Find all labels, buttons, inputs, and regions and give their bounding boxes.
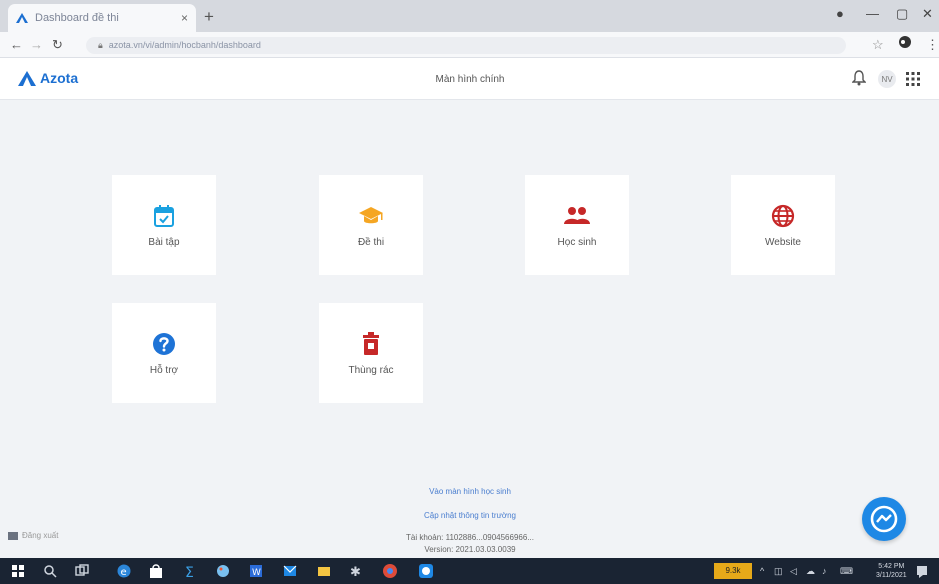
app-header: Azota Màn hình chính NV — [0, 58, 939, 100]
maximize-icon[interactable]: ▢ — [896, 6, 908, 22]
logout-label: Đăng xuất — [22, 531, 59, 540]
bell-icon[interactable] — [852, 70, 866, 86]
extension-icon[interactable] — [898, 35, 912, 52]
card-label: Thùng rác — [348, 364, 394, 376]
new-tab-button[interactable]: + — [204, 7, 214, 27]
graduation-cap-icon — [358, 203, 384, 229]
notification-center-icon[interactable] — [914, 563, 930, 579]
svg-text:Σ: Σ — [185, 565, 194, 579]
tray-volume-icon[interactable]: ◁ — [790, 566, 797, 577]
address-bar: ← → ↻ 🔒︎ azota.vn/vi/admin/hocbanh/dashbo… — [0, 32, 939, 58]
azota-logo-icon — [18, 70, 36, 86]
logout-button[interactable]: Đăng xuất — [8, 531, 58, 540]
card-hoc-sinh[interactable]: Học sinh — [525, 175, 629, 275]
student-screen-link[interactable]: Vào màn hình học sinh — [330, 487, 610, 496]
card-label: Bài tập — [148, 236, 180, 248]
mail-app-icon[interactable] — [282, 563, 298, 579]
azota-favicon-icon — [16, 13, 28, 23]
url-text: azota.vn/vi/admin/hocbanh/dashboard — [108, 40, 261, 50]
task-view-icon[interactable] — [74, 563, 90, 579]
card-label: Đề thi — [357, 236, 385, 248]
account-info: Tài khoản: 1102886...0904566966... — [406, 533, 534, 542]
windows-start-icon[interactable] — [10, 563, 26, 579]
version-info: Version: 2021.03.03.0039 — [424, 545, 516, 554]
apps-grid-icon[interactable] — [906, 72, 920, 86]
page-title: Màn hình chính — [435, 74, 505, 85]
browser-menu-icon[interactable]: ⋮ — [926, 37, 939, 53]
tray-cloud-icon[interactable]: ☁ — [806, 566, 815, 577]
trash-icon — [358, 331, 384, 357]
edge-icon[interactable]: e — [116, 563, 132, 579]
back-icon[interactable]: ← — [10, 37, 23, 52]
search-icon[interactable] — [42, 563, 58, 579]
profile-dot-icon[interactable]: ● — [836, 6, 844, 21]
tray-badge-text: 9.3k — [725, 566, 741, 575]
card-label: Hỗ trợ — [149, 364, 179, 376]
card-thung-rac[interactable]: Thùng rác — [319, 303, 423, 403]
lock-icon: 🔒︎ — [98, 40, 103, 50]
messenger-icon — [870, 505, 898, 533]
users-icon — [564, 203, 590, 229]
card-label: Học sinh — [557, 236, 597, 248]
word-app-icon[interactable]: W — [248, 563, 264, 579]
star-icon[interactable]: ☆ — [872, 37, 884, 53]
close-tab-icon[interactable]: × — [181, 11, 188, 25]
svg-text:e: e — [121, 567, 127, 578]
tray-pen-icon[interactable]: ♪ — [822, 566, 827, 576]
paint-app-icon[interactable] — [215, 563, 231, 579]
file-explorer-icon[interactable] — [316, 563, 332, 579]
browser-tab-strip: Dashboard đề thi × + ● — ▢ ✕ — [0, 0, 939, 32]
avatar[interactable]: NV — [878, 70, 896, 88]
settings-app-icon[interactable]: ✱ — [348, 563, 364, 579]
chrome-icon[interactable] — [382, 563, 398, 579]
clock-date: 3/11/2021 — [876, 572, 907, 579]
svg-text:W: W — [252, 568, 261, 578]
os-taskbar: e Σ W ✱ 9.3k ^ ◫ ◁ ☁ ♪ ⌨ 5:42 PM 3/11/20… — [0, 558, 939, 584]
logout-icon — [8, 531, 18, 540]
browser-tab[interactable]: Dashboard đề thi × — [8, 4, 196, 32]
card-label: Website — [765, 236, 801, 248]
messenger-chat-button[interactable] — [862, 497, 906, 541]
tray-network-icon[interactable]: ◫ — [774, 566, 783, 577]
calendar-check-icon — [151, 203, 177, 229]
url-field[interactable]: 🔒︎ azota.vn/vi/admin/hocbanh/dashboard — [86, 37, 846, 54]
globe-icon — [770, 203, 796, 229]
store-icon[interactable] — [148, 563, 164, 579]
forward-icon[interactable]: → — [30, 37, 43, 52]
sigma-app-icon[interactable]: Σ — [182, 563, 198, 579]
tray-badge[interactable]: 9.3k — [714, 563, 752, 579]
brand-name: Azota — [40, 70, 79, 86]
clock-time: 5:42 PM — [878, 563, 905, 570]
card-bai-tap[interactable]: Bài tập — [112, 175, 216, 275]
svg-text:✱: ✱ — [350, 565, 361, 579]
card-de-thi[interactable]: Đề thi — [319, 175, 423, 275]
taskbar-clock[interactable]: 5:42 PM 3/11/2021 — [876, 562, 907, 580]
card-website[interactable]: Website — [731, 175, 835, 275]
browser-tab-title: Dashboard đề thi — [35, 12, 119, 24]
tray-language-icon[interactable]: ⌨ — [840, 566, 853, 577]
brand-logo[interactable]: Azota — [18, 70, 78, 86]
tray-expand-icon[interactable]: ^ — [760, 566, 764, 576]
card-ho-tro[interactable]: Hỗ trợ — [112, 303, 216, 403]
help-icon — [151, 331, 177, 357]
close-window-icon[interactable]: ✕ — [922, 6, 933, 22]
zalo-app-icon[interactable] — [418, 563, 434, 579]
minimize-icon[interactable]: — — [866, 6, 879, 21]
update-school-info-link[interactable]: Cập nhật thông tin trường — [330, 511, 610, 520]
reload-icon[interactable]: ↻ — [52, 37, 63, 53]
